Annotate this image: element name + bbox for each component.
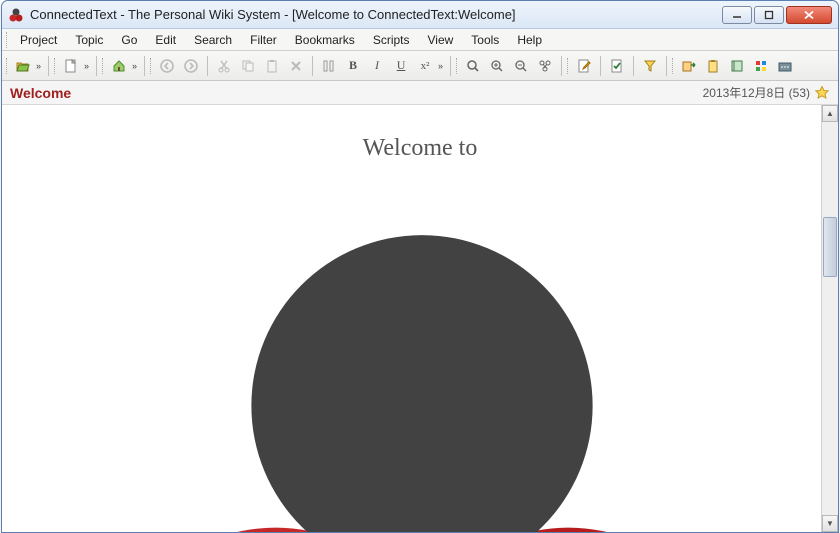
app-icon	[8, 7, 24, 23]
maximize-button[interactable]	[754, 6, 784, 24]
menubar-grip	[6, 32, 8, 48]
settings-icon[interactable]	[774, 55, 796, 77]
page-title: Welcome	[10, 85, 703, 101]
chevron-more-icon-2[interactable]: »	[84, 61, 91, 71]
vertical-scrollbar[interactable]: ▲ ▼	[821, 105, 838, 532]
home-icon[interactable]	[108, 55, 130, 77]
open-folder-icon[interactable]	[12, 55, 34, 77]
toolbar-grip-3	[102, 58, 104, 74]
zoom-out-icon[interactable]	[510, 55, 532, 77]
scroll-up-button[interactable]: ▲	[822, 105, 838, 122]
scroll-down-button[interactable]: ▼	[822, 515, 838, 532]
superscript-icon[interactable]: x²	[414, 55, 436, 77]
menu-edit[interactable]: Edit	[147, 31, 184, 49]
chevron-more-icon-3[interactable]: »	[132, 61, 139, 71]
close-button[interactable]	[786, 6, 832, 24]
page-date: 2013年12月8日 (53)	[703, 84, 810, 101]
titlebar: ConnectedText - The Personal Wiki System…	[2, 1, 838, 29]
scroll-track[interactable]	[822, 122, 838, 515]
window-controls	[722, 6, 832, 24]
document-content: Welcome to ConnectedText 6.0.6.24 Connec…	[2, 105, 838, 532]
menu-filter[interactable]: Filter	[242, 31, 285, 49]
palette-icon[interactable]	[750, 55, 772, 77]
menu-help[interactable]: Help	[509, 31, 550, 49]
edit-sheet-icon[interactable]	[573, 55, 595, 77]
bold-icon[interactable]: B	[342, 55, 364, 77]
window-title: ConnectedText - The Personal Wiki System…	[30, 7, 722, 22]
toolbar: » » » B I U x² »	[2, 51, 838, 81]
forward-icon[interactable]	[180, 55, 202, 77]
heading-prefix: Welcome to	[363, 135, 478, 161]
menu-project[interactable]: Project	[12, 31, 65, 49]
menubar: Project Topic Go Edit Search Filter Book…	[2, 29, 838, 51]
minimize-button[interactable]	[722, 6, 752, 24]
notebook-icon[interactable]	[726, 55, 748, 77]
back-icon[interactable]	[156, 55, 178, 77]
copy-icon[interactable]	[237, 55, 259, 77]
menu-search[interactable]: Search	[186, 31, 240, 49]
search-icon[interactable]	[462, 55, 484, 77]
toolbar-grip-1	[6, 58, 8, 74]
menu-topic[interactable]: Topic	[67, 31, 111, 49]
export-icon[interactable]	[678, 55, 700, 77]
columns-icon[interactable]	[318, 55, 340, 77]
zoom-in-icon[interactable]	[486, 55, 508, 77]
menu-scripts[interactable]: Scripts	[365, 31, 418, 49]
menu-bookmarks[interactable]: Bookmarks	[287, 31, 363, 49]
favorite-star-icon[interactable]	[814, 85, 830, 101]
delete-icon[interactable]	[285, 55, 307, 77]
cut-icon[interactable]	[213, 55, 235, 77]
toolbar-grip-6	[567, 58, 569, 74]
page-header: Welcome 2013年12月8日 (53)	[2, 81, 838, 105]
sheet-check-icon[interactable]	[606, 55, 628, 77]
paste-icon[interactable]	[261, 55, 283, 77]
content-scroll-area: Welcome to ConnectedText 6.0.6.24 Connec…	[2, 105, 838, 532]
toolbar-grip-5	[456, 58, 458, 74]
menu-tools[interactable]: Tools	[463, 31, 507, 49]
chevron-more-icon[interactable]: »	[36, 61, 43, 71]
toolbar-grip-4	[150, 58, 152, 74]
filter-icon[interactable]	[639, 55, 661, 77]
toolbar-grip-7	[672, 58, 674, 74]
clipboard-icon[interactable]	[702, 55, 724, 77]
app-window: ConnectedText - The Personal Wiki System…	[1, 0, 839, 533]
menu-view[interactable]: View	[420, 31, 462, 49]
diagram-icon[interactable]	[534, 55, 556, 77]
toolbar-grip-2	[54, 58, 56, 74]
underline-icon[interactable]: U	[390, 55, 412, 77]
new-topic-icon[interactable]	[60, 55, 82, 77]
welcome-heading: Welcome to ConnectedText 6.0.6.24	[30, 135, 810, 532]
chevron-more-icon-4[interactable]: »	[438, 61, 445, 71]
italic-icon[interactable]: I	[366, 55, 388, 77]
scroll-thumb[interactable]	[823, 217, 837, 277]
menu-go[interactable]: Go	[113, 31, 145, 49]
